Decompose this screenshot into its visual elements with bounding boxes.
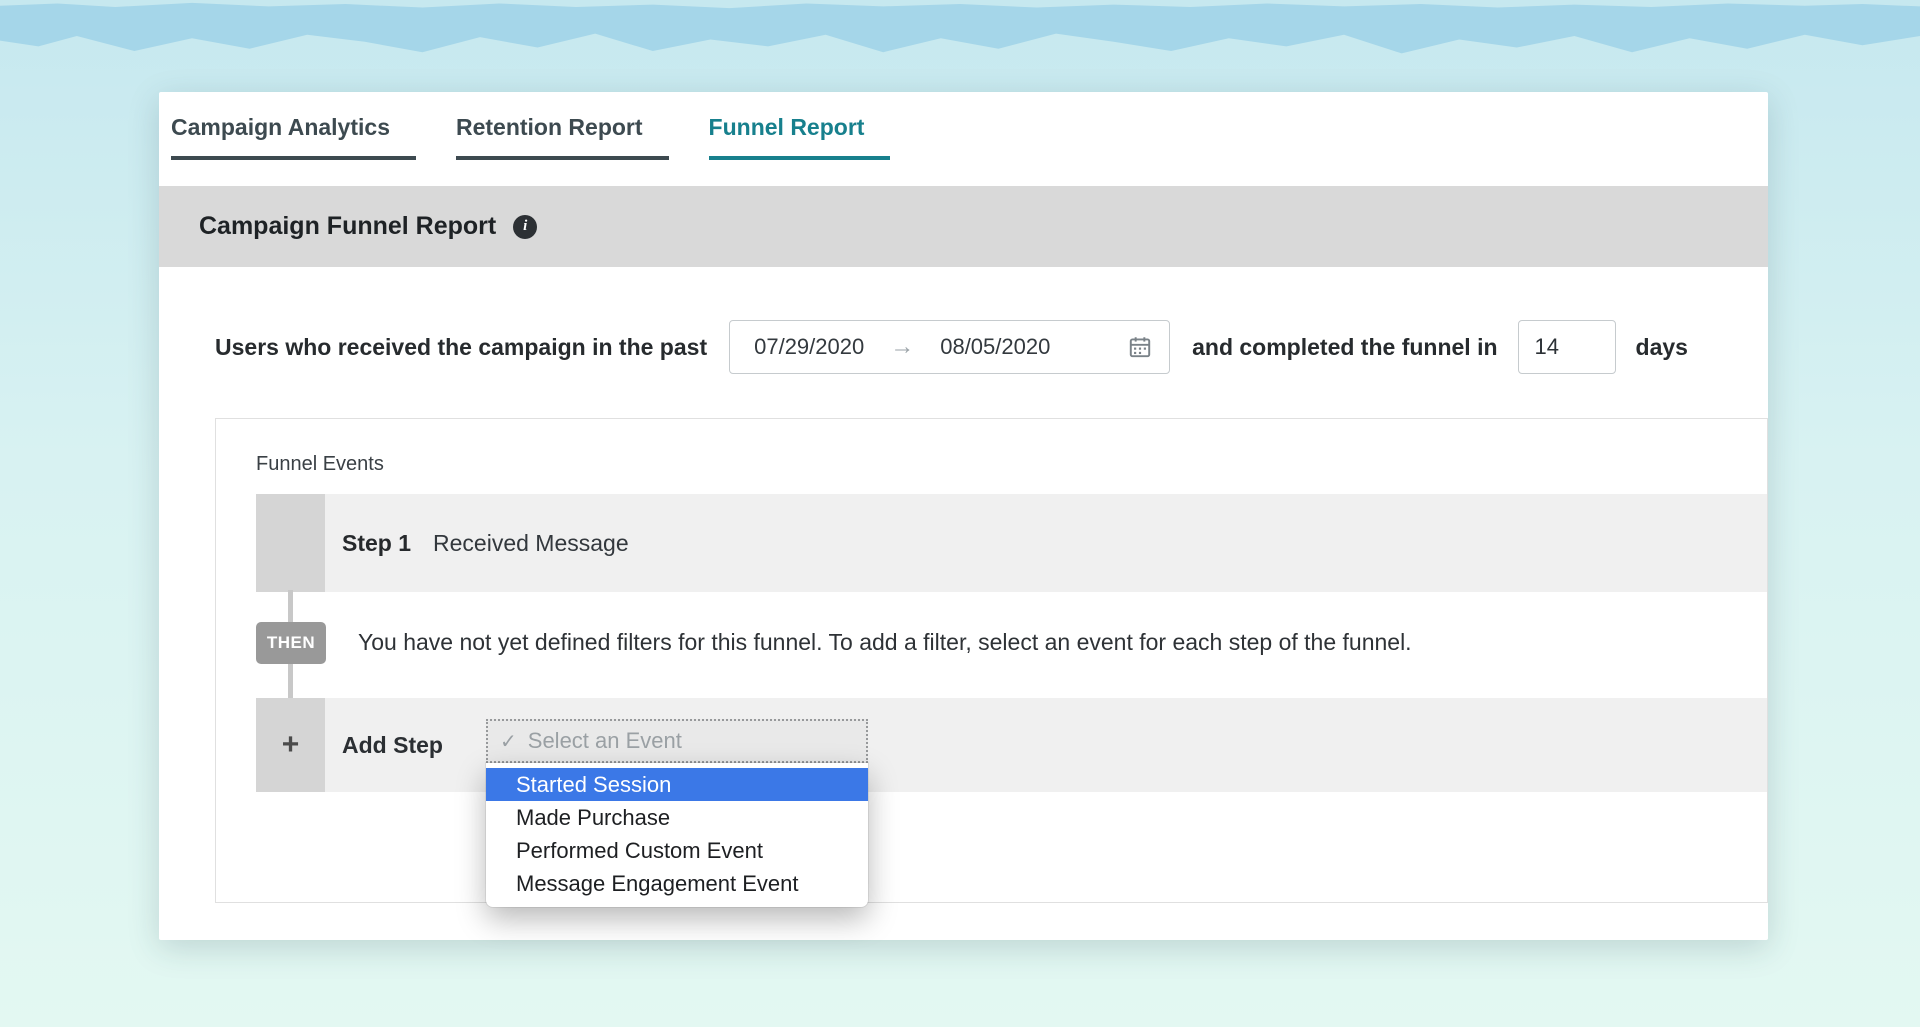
tab-retention-report[interactable]: Retention Report <box>456 114 669 160</box>
page-title: Campaign Funnel Report <box>199 212 496 241</box>
filter-row: Users who received the campaign in the p… <box>215 320 1688 374</box>
funnel-events-title: Funnel Events <box>256 453 384 476</box>
option-made-purchase[interactable]: Made Purchase <box>486 801 868 834</box>
torn-paper-edge <box>0 0 1920 58</box>
tab-bar: Campaign Analytics Retention Report Funn… <box>171 114 930 160</box>
event-select-dropdown: ✓ Select an Event Started Session Made P… <box>486 719 868 907</box>
days-input[interactable] <box>1518 320 1616 374</box>
event-select-placeholder[interactable]: ✓ Select an Event <box>486 719 868 763</box>
option-started-session[interactable]: Started Session <box>486 768 868 801</box>
step-drag-handle[interactable] <box>256 494 325 592</box>
info-icon[interactable]: i <box>513 215 537 239</box>
add-step-label: Add Step <box>342 732 443 759</box>
plus-icon[interactable]: + <box>282 730 300 760</box>
then-badge: THEN <box>256 622 326 664</box>
calendar-icon[interactable] <box>1127 334 1153 360</box>
report-header: Campaign Funnel Report i <box>159 186 1768 267</box>
event-options-menu: Started Session Made Purchase Performed … <box>486 763 868 907</box>
step-event-name: Received Message <box>433 530 629 557</box>
step-number-label: Step 1 <box>342 530 411 557</box>
option-message-engagement-event[interactable]: Message Engagement Event <box>486 867 868 900</box>
placeholder-label: Select an Event <box>528 728 682 754</box>
date-range-picker[interactable]: 07/29/2020 → 08/05/2020 <box>729 320 1170 374</box>
tab-campaign-analytics[interactable]: Campaign Analytics <box>171 114 416 160</box>
add-step-block[interactable]: + <box>256 698 325 792</box>
add-step-row: + Add Step <box>256 698 1767 792</box>
tab-funnel-report[interactable]: Funnel Report <box>709 114 891 160</box>
check-icon: ✓ <box>500 729 517 754</box>
funnel-events-panel: Funnel Events Step 1 Received Message TH… <box>215 418 1768 903</box>
funnel-step-row: Step 1 Received Message <box>256 494 1767 592</box>
end-date-value[interactable]: 08/05/2020 <box>940 334 1050 360</box>
arrow-right-icon: → <box>890 333 914 361</box>
filter-hint-text: You have not yet defined filters for thi… <box>358 629 1412 656</box>
filter-middle-label: and completed the funnel in <box>1192 334 1497 361</box>
report-card: Campaign Analytics Retention Report Funn… <box>159 92 1768 940</box>
filter-prefix-label: Users who received the campaign in the p… <box>215 334 707 361</box>
step-row-content: Step 1 Received Message <box>325 494 1767 592</box>
start-date-value[interactable]: 07/29/2020 <box>754 334 864 360</box>
option-performed-custom-event[interactable]: Performed Custom Event <box>486 834 868 867</box>
filter-days-label: days <box>1636 334 1688 361</box>
